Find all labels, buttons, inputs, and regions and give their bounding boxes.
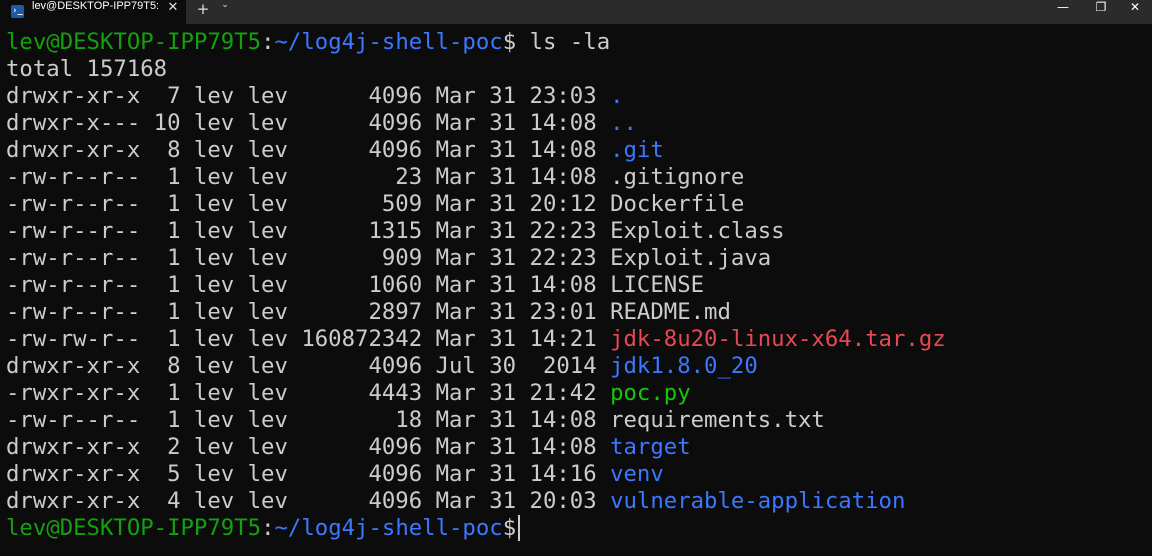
prompt-symbol: $	[502, 29, 517, 55]
entry-name: requirements.txt	[610, 407, 825, 433]
terminal-tab[interactable]: ›_ lev@DESKTOP-IPP79T5: ~/log ✕	[0, 0, 186, 24]
prompt-user-host: lev@DESKTOP-IPP79T5	[6, 515, 262, 541]
listing-row: -rw-r--r-- 1 lev lev 1315 Mar 31 22:23 E…	[6, 218, 1146, 245]
entry-metadata: -rw-r--r-- 1 lev lev 23 Mar 31 14:08	[6, 164, 611, 190]
entry-name: venv	[610, 461, 664, 487]
prompt-colon: :	[261, 515, 275, 541]
entry-metadata: -rw-r--r-- 1 lev lev 509 Mar 31 20:12	[6, 191, 611, 217]
entry-name: target	[610, 434, 691, 460]
terminal-output[interactable]: lev@DESKTOP-IPP79T5:~/log4j-shell-poc$ l…	[6, 29, 1146, 542]
listing-row: -rw-r--r-- 1 lev lev 23 Mar 31 14:08 .gi…	[6, 164, 1146, 191]
chevron-down-icon[interactable]: ⌄	[218, 0, 232, 24]
entry-metadata: -rw-r--r-- 1 lev lev 1315 Mar 31 22:23	[6, 218, 611, 244]
tab-title: lev@DESKTOP-IPP79T5: ~/log	[32, 0, 158, 12]
entry-name: .git	[610, 137, 664, 163]
new-tab-button[interactable]: +	[196, 0, 210, 24]
listing-row: drwxr-xr-x 2 lev lev 4096 Mar 31 14:08 t…	[6, 434, 1146, 461]
entry-name: Dockerfile	[610, 191, 745, 217]
close-tab-icon[interactable]: ✕	[166, 0, 180, 24]
entry-name: Exploit.class	[610, 218, 785, 244]
active-prompt-line[interactable]: lev@DESKTOP-IPP79T5:~/log4j-shell-poc$	[6, 515, 1146, 542]
listing-row: -rw-r--r-- 1 lev lev 509 Mar 31 20:12 Do…	[6, 191, 1146, 218]
entry-metadata: drwxr-xr-x 8 lev lev 4096 Jul 30 2014	[6, 353, 611, 379]
entry-metadata: drwxr-x--- 10 lev lev 4096 Mar 31 14:08	[6, 110, 611, 136]
prompt-path: ~/log4j-shell-poc	[274, 515, 503, 541]
entry-name: ..	[610, 110, 637, 136]
entry-metadata: -rw-r--r-- 1 lev lev 2897 Mar 31 23:01	[6, 299, 611, 325]
listing-row: -rw-r--r-- 1 lev lev 2897 Mar 31 23:01 R…	[6, 299, 1146, 326]
listing-row: -rw-r--r-- 1 lev lev 909 Mar 31 22:23 Ex…	[6, 245, 1146, 272]
listing-row: -rw-r--r-- 1 lev lev 1060 Mar 31 14:08 L…	[6, 272, 1146, 299]
entry-metadata: -rwxr-xr-x 1 lev lev 4443 Mar 31 21:42	[6, 380, 611, 406]
prompt-colon: :	[261, 29, 275, 55]
total-line: total 157168	[6, 56, 168, 82]
entry-name: vulnerable-application	[610, 488, 906, 514]
entry-metadata: -rw-r--r-- 1 lev lev 1060 Mar 31 14:08	[6, 272, 611, 298]
prompt-symbol: $	[502, 515, 517, 541]
entry-name: poc.py	[610, 380, 691, 406]
listing-row: drwxr-xr-x 8 lev lev 4096 Mar 31 14:08 .…	[6, 137, 1146, 164]
entry-name: jdk-8u20-linux-x64.tar.gz	[610, 326, 946, 352]
command-line: lev@DESKTOP-IPP79T5:~/log4j-shell-poc$ l…	[6, 29, 1146, 56]
listing-row: drwxr-x--- 10 lev lev 4096 Mar 31 14:08 …	[6, 110, 1146, 137]
listing-row: -rwxr-xr-x 1 lev lev 4443 Mar 31 21:42 p…	[6, 380, 1146, 407]
entry-metadata: drwxr-xr-x 4 lev lev 4096 Mar 31 20:03	[6, 488, 611, 514]
listing-row: drwxr-xr-x 7 lev lev 4096 Mar 31 23:03 .	[6, 83, 1146, 110]
listing-row: -rw-rw-r-- 1 lev lev 160872342 Mar 31 14…	[6, 326, 1146, 353]
listing-row: drwxr-xr-x 8 lev lev 4096 Jul 30 2014 jd…	[6, 353, 1146, 380]
command-text: ls -la	[516, 29, 611, 55]
entry-metadata: -rw-r--r-- 1 lev lev 909 Mar 31 22:23	[6, 245, 611, 271]
entry-metadata: drwxr-xr-x 5 lev lev 4096 Mar 31 14:16	[6, 461, 611, 487]
close-window-button[interactable]: ✕	[1112, 0, 1152, 24]
directory-listing: drwxr-xr-x 7 lev lev 4096 Mar 31 23:03 .…	[6, 83, 1146, 515]
title-bar: ›_ lev@DESKTOP-IPP79T5: ~/log ✕ + ⌄ — ❐ …	[0, 0, 1152, 24]
entry-metadata: -rw-rw-r-- 1 lev lev 160872342 Mar 31 14…	[6, 326, 611, 352]
entry-metadata: drwxr-xr-x 7 lev lev 4096 Mar 31 23:03	[6, 83, 611, 109]
entry-metadata: -rw-r--r-- 1 lev lev 18 Mar 31 14:08	[6, 407, 611, 433]
entry-name: jdk1.8.0_20	[610, 353, 758, 379]
powershell-icon: ›_	[11, 5, 24, 18]
entry-name: .gitignore	[610, 164, 745, 190]
entry-metadata: drwxr-xr-x 8 lev lev 4096 Mar 31 14:08	[6, 137, 611, 163]
listing-row: drwxr-xr-x 5 lev lev 4096 Mar 31 14:16 v…	[6, 461, 1146, 488]
entry-metadata: drwxr-xr-x 2 lev lev 4096 Mar 31 14:08	[6, 434, 611, 460]
entry-name: LICENSE	[610, 272, 705, 298]
entry-name: .	[610, 83, 624, 109]
entry-name: README.md	[610, 299, 731, 325]
entry-name: Exploit.java	[610, 245, 772, 271]
prompt-user-host: lev@DESKTOP-IPP79T5	[6, 29, 262, 55]
text-cursor	[518, 515, 521, 541]
listing-row: -rw-r--r-- 1 lev lev 18 Mar 31 14:08 req…	[6, 407, 1146, 434]
listing-row: drwxr-xr-x 4 lev lev 4096 Mar 31 20:03 v…	[6, 488, 1146, 515]
prompt-path: ~/log4j-shell-poc	[274, 29, 503, 55]
